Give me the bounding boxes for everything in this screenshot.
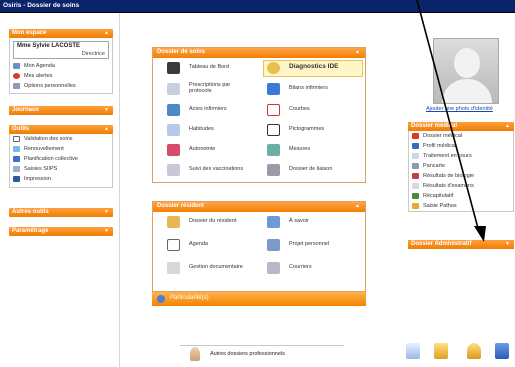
annotation-arrow: [416, 0, 486, 242]
arrow-line: [416, 0, 480, 233]
arrow-head: [474, 226, 486, 242]
